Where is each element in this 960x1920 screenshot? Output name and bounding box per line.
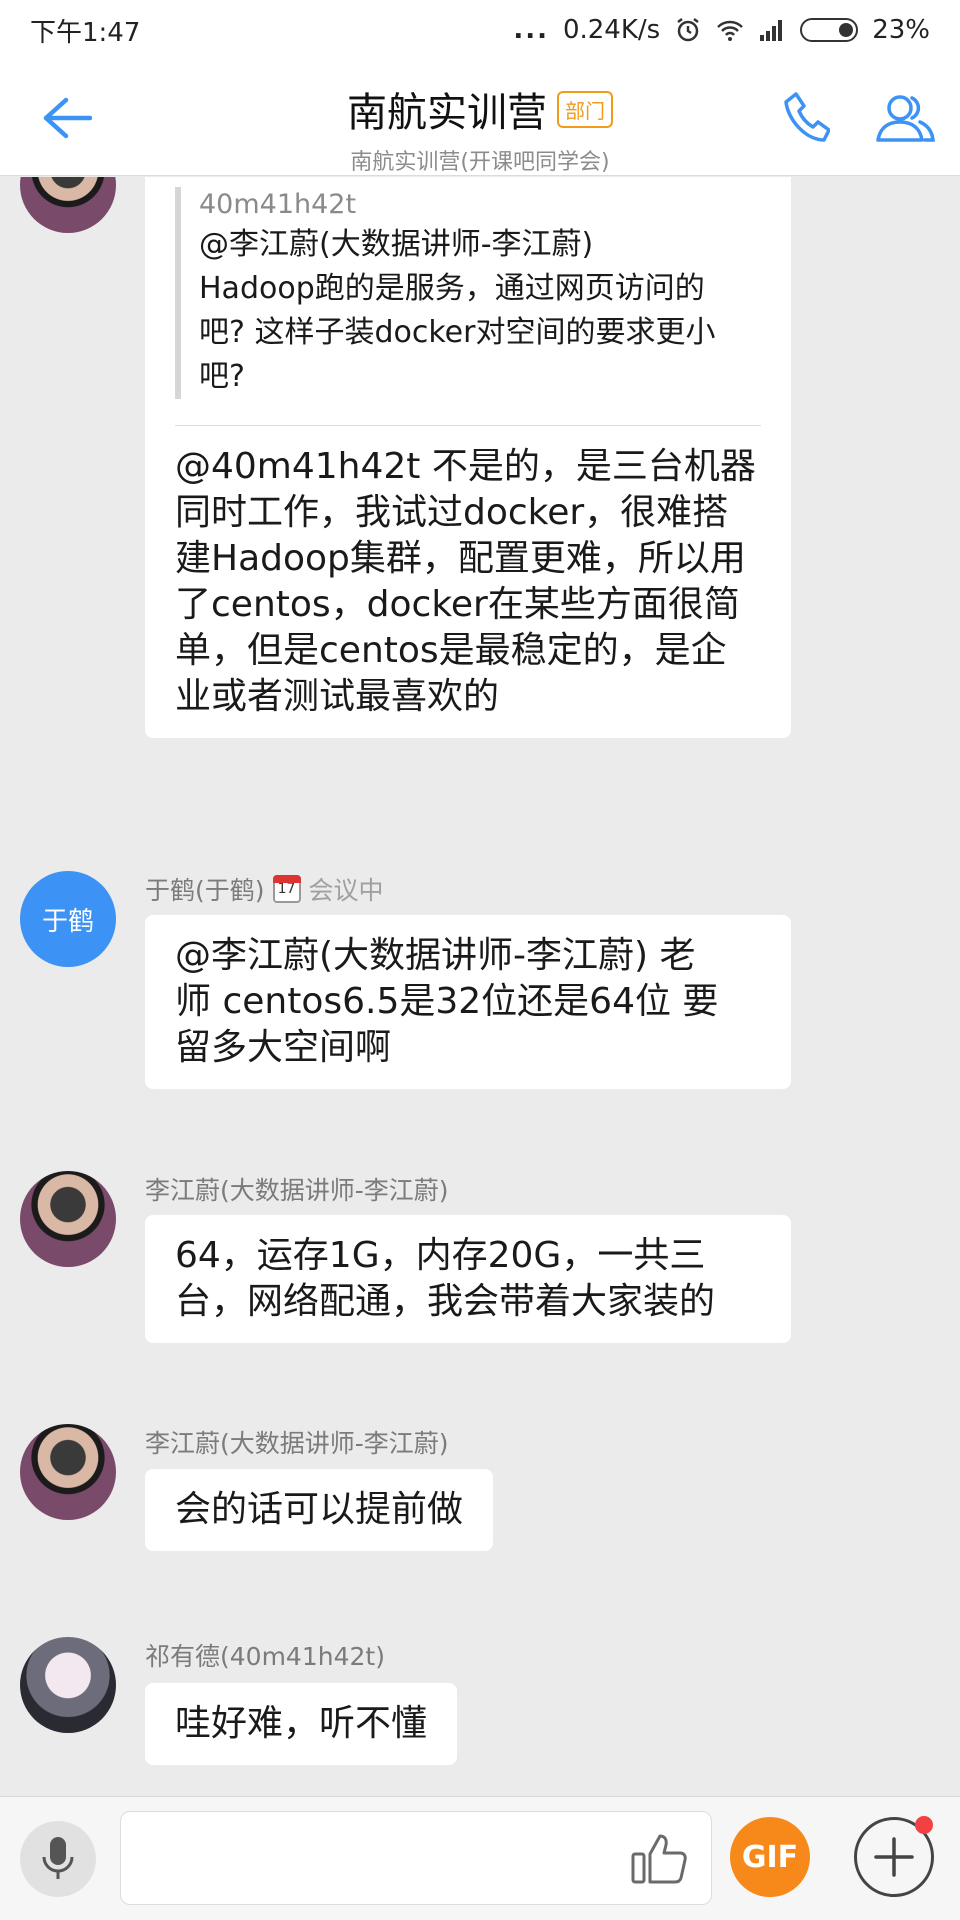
message-line: 哇好难，听不懂 — [175, 1703, 428, 1744]
group-members-icon — [876, 95, 935, 142]
quote-divider — [175, 425, 761, 426]
thumbs-up-icon — [631, 1834, 687, 1884]
message-line: 会的话可以提前做 — [175, 1489, 464, 1530]
sender-name: 李江蔚(大数据讲师-李江蔚) — [145, 1429, 449, 1458]
sender-avatar[interactable] — [20, 1424, 116, 1520]
quoted-message[interactable]: 40m41h42t @李江蔚(大数据讲师-李江蔚) Hadoop跑的是服务，通过… — [175, 187, 761, 399]
sender-name-row: 于鹤(于鹤) 17 会议中 — [145, 871, 384, 907]
message-bubble[interactable]: @李江蔚(大数据讲师-李江蔚) 老 师 centos6.5是32位还是64位 要… — [145, 915, 791, 1089]
quoted-line: 吧? 这样子装docker对空间的要求更小 — [199, 315, 716, 350]
quoted-line: @李江蔚(大数据讲师-李江蔚) — [199, 227, 594, 262]
sender-status: 会议中 — [308, 876, 384, 905]
message-line: @40m41h42t 不是的，是三台机器 — [175, 446, 756, 487]
sender-avatar[interactable] — [20, 1637, 116, 1733]
sender-name: 于鹤(于鹤) — [145, 876, 265, 905]
signal-icon — [760, 20, 783, 41]
message-line: 同时工作，我试过docker，很难搭 — [175, 492, 729, 533]
message-line: 台，网络配通，我会带着大家装的 — [175, 1281, 716, 1322]
sender-name: 祁有德(40m41h42t) — [145, 1642, 385, 1671]
quoted-line: Hadoop跑的是服务，通过网页访问的 — [199, 271, 705, 306]
message-line: 了centos，docker在某些方面很简 — [175, 584, 740, 625]
message-bubble[interactable]: 会的话可以提前做 — [145, 1469, 494, 1551]
message-line: 业或者测试最喜欢的 — [175, 676, 500, 717]
more-dots: ... — [513, 15, 549, 45]
wifi-icon — [717, 20, 744, 41]
thumbs-up-button[interactable] — [626, 1825, 692, 1891]
gif-button[interactable]: GIF — [730, 1817, 810, 1897]
message-line: @李江蔚(大数据讲师-李江蔚) 老 — [175, 935, 696, 976]
status-time: 下午1:47 — [30, 17, 141, 48]
voice-button[interactable] — [20, 1821, 96, 1897]
phone-icon — [784, 92, 830, 142]
sender-avatar[interactable] — [20, 177, 116, 233]
call-button[interactable] — [778, 86, 834, 150]
sender-avatar[interactable] — [20, 1171, 116, 1267]
message-bubble[interactable]: 哇好难，听不懂 — [145, 1683, 458, 1765]
quoted-line: 吧? — [199, 359, 245, 394]
message-input-bar: GIF — [0, 1796, 960, 1920]
quoted-author: 40m41h42t — [199, 189, 357, 220]
network-speed: 0.24K/s — [562, 15, 661, 45]
message-line: 64，运存1G，内存20G，一共三 — [175, 1235, 706, 1276]
message-line: 师 centos6.5是32位还是64位 要 — [175, 981, 719, 1022]
message-line: 建Hadoop集群，配置更难，所以用 — [175, 538, 746, 579]
message-line: 留多大空间啊 — [175, 1027, 392, 1068]
plus-icon — [874, 1837, 914, 1877]
group-members-button[interactable] — [874, 86, 938, 150]
sender-name: 李江蔚(大数据讲师-李江蔚) — [145, 1176, 449, 1205]
chat-title: 南航实训营 — [347, 90, 547, 136]
message-bubble[interactable]: 40m41h42t @李江蔚(大数据讲师-李江蔚) Hadoop跑的是服务，通过… — [145, 177, 791, 738]
battery-percent: 23% — [872, 15, 930, 45]
message-line: 单，但是centos是最稳定的，是企 — [175, 630, 727, 671]
chat-message-list[interactable]: 40m41h42t @李江蔚(大数据讲师-李江蔚) Hadoop跑的是服务，通过… — [0, 177, 960, 1795]
department-badge: 部门 — [557, 90, 613, 128]
message-bubble[interactable]: 64，运存1G，内存20G，一共三 台，网络配通，我会带着大家装的 — [145, 1215, 791, 1343]
chat-header: 南航实训营 部门 南航实训营(开课吧同学会) — [0, 60, 960, 176]
message-input[interactable] — [120, 1811, 712, 1905]
battery-icon — [800, 18, 859, 42]
status-indicators: ... 0.24K/s 23% — [513, 15, 930, 45]
calendar-icon: 17 — [272, 875, 301, 903]
status-bar: 下午1:47 ... 0.24K/s 23% — [0, 0, 960, 60]
notification-dot — [915, 1816, 933, 1834]
sender-avatar[interactable]: 于鹤 — [20, 871, 116, 967]
more-actions-button[interactable] — [854, 1816, 934, 1897]
microphone-icon — [42, 1837, 74, 1879]
alarm-icon — [677, 18, 699, 42]
